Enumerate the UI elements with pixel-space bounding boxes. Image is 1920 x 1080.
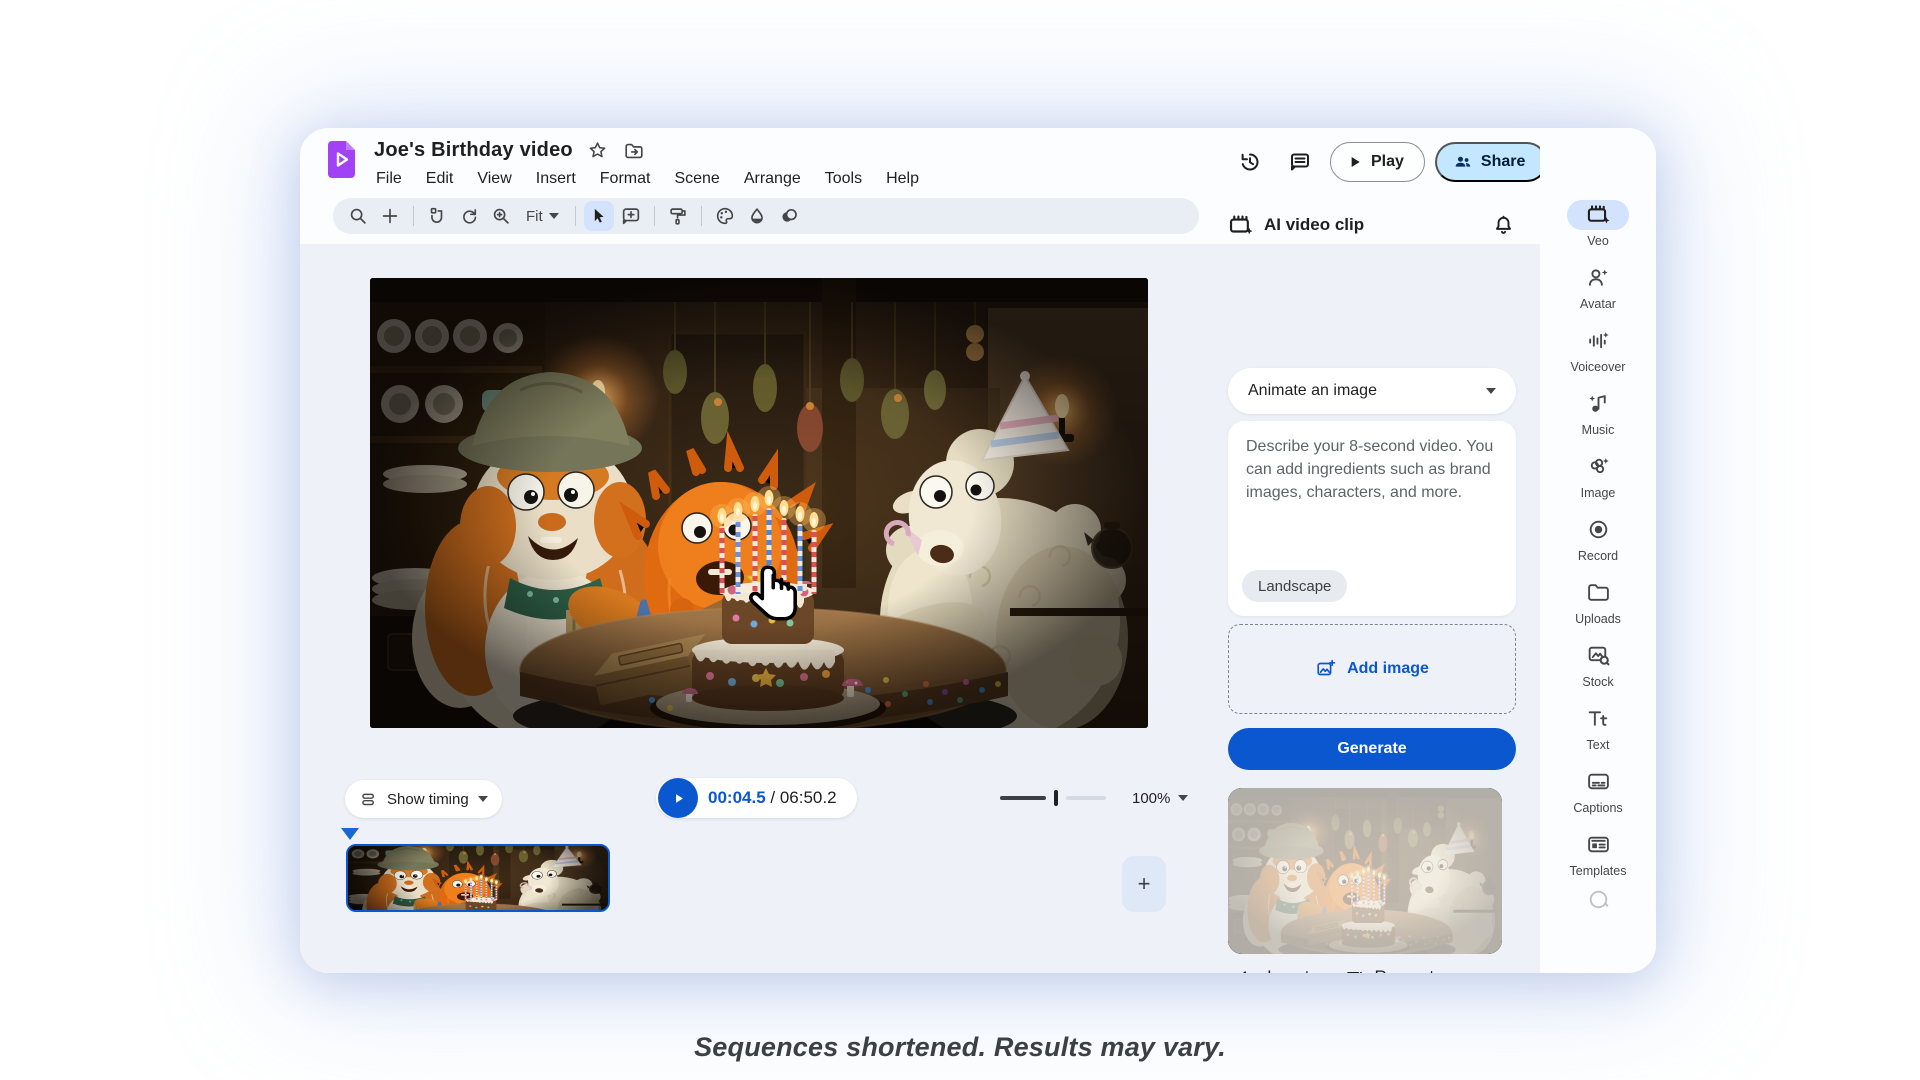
generate-button[interactable]: Generate [1228, 728, 1516, 770]
stock-media-icon [1586, 643, 1611, 668]
image-plus-icon [1315, 658, 1337, 680]
rail-item-voiceover[interactable]: Voiceover [1540, 318, 1656, 381]
editor-toolbar: Fit [333, 198, 1199, 234]
insert-button[interactable]: Insert [1236, 966, 1310, 973]
recreate-button[interactable]: Recreate [1344, 966, 1444, 973]
zoom-slider-track-empty[interactable] [1066, 796, 1106, 800]
version-history-icon[interactable] [1230, 142, 1270, 182]
arrow-left-icon [1236, 966, 1258, 973]
time-divider: / [766, 788, 780, 807]
waveform-sparkle-icon [1586, 328, 1611, 353]
clip-thumbnail-scene [348, 844, 608, 912]
recreate-icon [1344, 966, 1366, 973]
templates-icon [1586, 832, 1611, 857]
share-button[interactable]: Share [1435, 142, 1547, 182]
vids-logo[interactable] [328, 141, 355, 178]
document-title[interactable]: Joe's Birthday video [374, 139, 573, 162]
prompt-input[interactable] [1244, 433, 1502, 557]
record-icon [1586, 517, 1611, 542]
show-timing-button[interactable]: Show timing [345, 780, 502, 818]
chevron-down-icon [478, 796, 488, 802]
notifications-bell-icon[interactable] [1490, 212, 1516, 238]
rail-item-record[interactable]: Record [1540, 507, 1656, 570]
rail-item-avatar[interactable]: Avatar [1540, 255, 1656, 318]
text-icon [1586, 706, 1611, 731]
rail-item-partial-icon [1586, 887, 1611, 912]
add-scene-button[interactable]: + [1122, 856, 1166, 912]
menu-view[interactable]: View [465, 167, 523, 191]
menu-arrange[interactable]: Arrange [732, 167, 813, 191]
chevron-down-icon [549, 213, 559, 219]
captions-icon [1586, 769, 1611, 794]
total-time: 06:50.2 [780, 788, 837, 807]
menu-format[interactable]: Format [588, 167, 663, 191]
menu-edit[interactable]: Edit [414, 167, 466, 191]
menu-file[interactable]: File [364, 167, 414, 191]
zoom-slider-track-filled[interactable] [1000, 796, 1046, 800]
image-sparkle-icon [1586, 454, 1611, 479]
rail-item-veo[interactable]: Veo [1540, 192, 1656, 255]
chevron-down-icon [1178, 795, 1188, 801]
panel-title: AI video clip [1264, 215, 1364, 235]
timeline-clip-thumbnail[interactable] [346, 844, 610, 912]
theme-colors-icon[interactable] [710, 201, 740, 231]
menu-insert[interactable]: Insert [524, 167, 588, 191]
music-note-sparkle-icon [1586, 391, 1611, 416]
rail-item-stock[interactable]: Stock [1540, 633, 1656, 696]
veo-film-sparkle-icon [1586, 202, 1611, 227]
generated-clip-preview[interactable] [1228, 788, 1502, 954]
video-preview-scene [370, 278, 1148, 728]
add-comment-icon[interactable] [616, 201, 646, 231]
rail-item-templates[interactable]: Templates [1540, 822, 1656, 885]
zoom-in-icon[interactable] [486, 201, 516, 231]
canvas-area: Show timing 00:04.5 / 06:50.2 100% [300, 244, 1540, 973]
video-canvas[interactable] [370, 278, 1148, 728]
transition-icon[interactable] [774, 201, 804, 231]
add-image-button[interactable]: Add image [1228, 624, 1516, 714]
app-window: Joe's Birthday video File Edit View Inse… [300, 128, 1656, 973]
menu-tools[interactable]: Tools [813, 167, 874, 191]
play-button[interactable]: Play [1330, 142, 1425, 182]
background-icon[interactable] [742, 201, 772, 231]
pointer-cursor [745, 563, 807, 637]
rail-item-uploads[interactable]: Uploads [1540, 570, 1656, 633]
zoom-slider-handle[interactable] [1054, 790, 1058, 806]
rail-item-music[interactable]: Music [1540, 381, 1656, 444]
menu-scene[interactable]: Scene [662, 167, 731, 191]
timing-rows-icon [359, 790, 378, 809]
rail-item-text[interactable]: Text [1540, 696, 1656, 759]
comment-icon[interactable] [1280, 142, 1320, 182]
paint-format-icon[interactable] [663, 201, 693, 231]
search-icon[interactable] [343, 201, 373, 231]
ai-video-clip-icon [1228, 212, 1254, 238]
menu-help[interactable]: Help [874, 167, 931, 191]
person-sparkle-icon [1586, 265, 1611, 290]
ai-mode-select[interactable]: Animate an image [1228, 368, 1516, 414]
screenshot-root: Joe's Birthday video File Edit View Inse… [0, 0, 1920, 1080]
timeline-playhead[interactable] [341, 828, 359, 840]
fit-zoom-select[interactable]: Fit [518, 201, 567, 231]
move-to-folder-icon[interactable] [623, 140, 645, 162]
redo-icon[interactable] [454, 201, 484, 231]
star-icon[interactable] [587, 140, 609, 162]
folder-icon [1586, 580, 1611, 605]
current-time: 00:04.5 [708, 788, 766, 807]
rail-item-image[interactable]: Image [1540, 444, 1656, 507]
aspect-ratio-chip[interactable]: Landscape [1242, 570, 1347, 602]
prompt-card: Landscape [1228, 421, 1516, 616]
footer-caption: Sequences shortened. Results may vary. [0, 1032, 1920, 1063]
select-tool-icon[interactable] [584, 201, 614, 231]
playback-play-button[interactable] [658, 778, 698, 818]
menu-bar: File Edit View Insert Format Scene Arran… [364, 167, 931, 191]
tools-rail: Veo Avatar Voiceover Music Image [1540, 128, 1656, 973]
rail-item-captions[interactable]: Captions [1540, 759, 1656, 822]
zoom-level-select[interactable]: 100% [1132, 790, 1188, 807]
chevron-down-icon [1486, 388, 1496, 394]
trim-icon[interactable] [422, 201, 452, 231]
zoom-add-icon[interactable] [375, 201, 405, 231]
